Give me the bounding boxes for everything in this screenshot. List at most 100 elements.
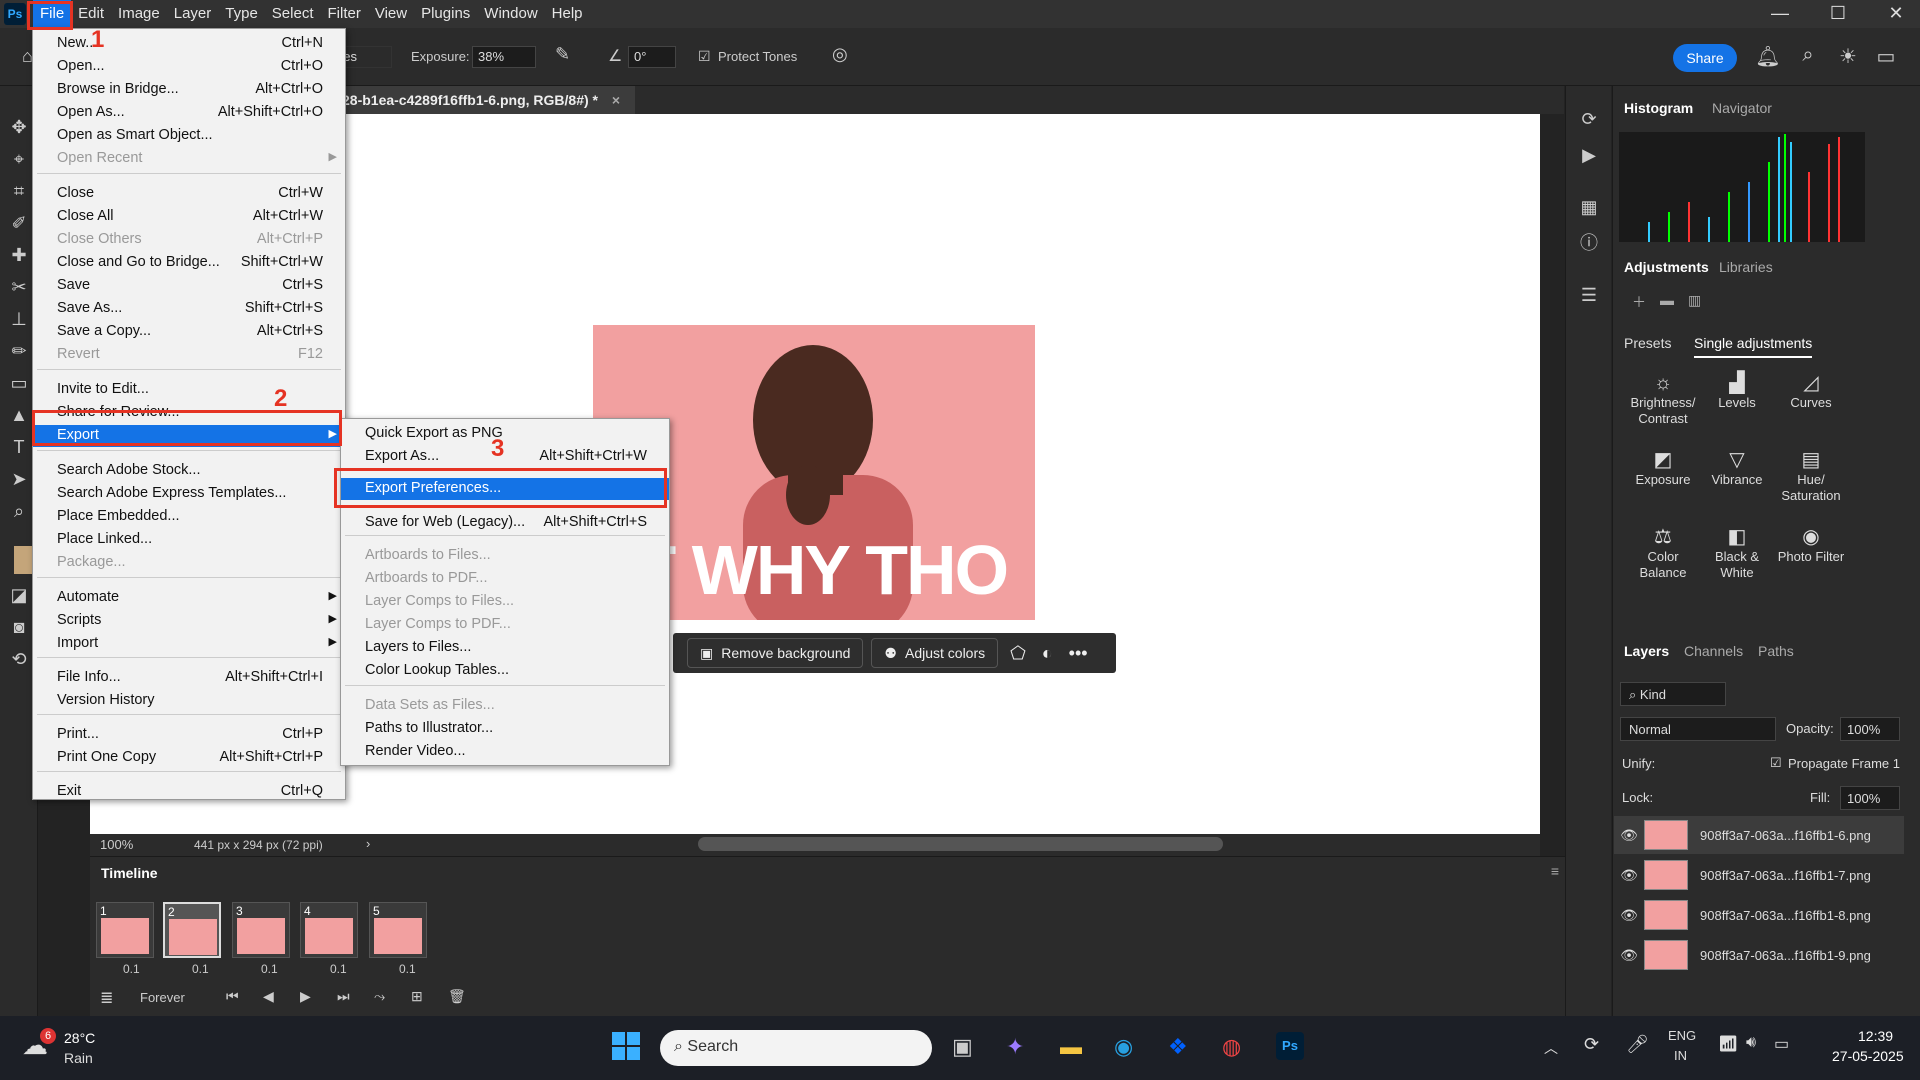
export-menu-item[interactable]: Render Video... (341, 741, 669, 763)
windows-start-icon[interactable] (612, 1032, 640, 1060)
file-menu-item[interactable]: Version History (33, 690, 345, 712)
file-menu-item[interactable]: Import ▶ (33, 633, 345, 655)
layer-row[interactable]: 👁︎ 908ff3a7-063a...f16ffb1-6.png (1614, 816, 1904, 854)
visibility-eye-icon[interactable]: 👁︎ (1614, 947, 1644, 964)
play-icon[interactable]: ▶ (300, 988, 311, 1005)
horizontal-scrollbar[interactable] (698, 837, 1223, 851)
tab-histogram[interactable]: Histogram (1624, 100, 1693, 116)
gradient-tool-icon[interactable]: ▭ (6, 370, 32, 396)
file-menu-item[interactable]: Browse in Bridge... Alt+Ctrl+O (33, 79, 345, 101)
mask-icon[interactable]: ⬠ (1010, 643, 1026, 664)
tab-navigator[interactable]: Navigator (1712, 100, 1772, 116)
tab-paths[interactable]: Paths (1758, 643, 1794, 659)
tab-single-adjustments[interactable]: Single adjustments (1694, 335, 1813, 358)
layer-row[interactable]: 👁︎ 908ff3a7-063a...f16ffb1-8.png (1614, 896, 1904, 934)
file-menu-item[interactable]: File Info... Alt+Shift+Ctrl+I (33, 667, 345, 689)
lightbulb-icon[interactable]: ☀ (1834, 44, 1862, 69)
protect-tones-checkbox[interactable]: ☑ (698, 48, 711, 65)
file-menu-item[interactable]: Save As... Shift+Ctrl+S (33, 298, 345, 320)
glyphs-icon[interactable]: ☰ (1576, 282, 1602, 308)
file-menu-item[interactable]: Search Adobe Express Templates... (33, 483, 345, 505)
menu-help[interactable]: Help (545, 0, 590, 28)
minimize-icon[interactable]: — (1760, 0, 1800, 26)
menu-image[interactable]: Image (111, 0, 167, 28)
menu-edit[interactable]: Edit (71, 0, 111, 28)
tab-presets[interactable]: Presets (1624, 335, 1671, 351)
timeline-frame[interactable]: 2 (163, 902, 221, 958)
duplicate-frame-icon[interactable]: ⊞ (411, 988, 423, 1005)
close-tab-icon[interactable]: × (612, 92, 620, 108)
opacity-input[interactable]: 100% (1840, 717, 1900, 741)
adj-brightness-contrast[interactable]: ☼ Brightness/ Contrast (1625, 373, 1701, 427)
properties-icon[interactable]: ▦ (1576, 194, 1602, 220)
angle-input[interactable]: 0° (628, 46, 676, 68)
file-menu-item[interactable]: Search Adobe Stock... (33, 460, 345, 482)
visibility-eye-icon[interactable]: 👁︎ (1614, 867, 1644, 884)
file-menu-item[interactable]: Print One Copy Alt+Shift+Ctrl+P (33, 747, 345, 769)
exposure-input[interactable]: 38% (472, 46, 536, 68)
file-menu-item[interactable]: Close All Alt+Ctrl+W (33, 206, 345, 228)
language-eng[interactable]: ENG (1668, 1028, 1696, 1043)
file-menu-item[interactable]: Close Ctrl+W (33, 183, 345, 205)
airbrush-icon[interactable]: ✎ (555, 44, 570, 65)
frame-delay[interactable]: 0.1 (330, 962, 347, 976)
file-menu-item[interactable]: Close and Go to Bridge... Shift+Ctrl+W (33, 252, 345, 274)
frame-delay[interactable]: 0.1 (399, 962, 416, 976)
menu-window[interactable]: Window (477, 0, 544, 28)
layer-kind-filter[interactable]: ⌕ Kind (1620, 682, 1726, 706)
brush-tool-icon[interactable]: ✏ (6, 338, 32, 364)
adj-photo-filter[interactable]: ◉ Photo Filter (1773, 527, 1849, 565)
fill-input[interactable]: 100% (1840, 786, 1900, 810)
adj-black-white[interactable]: ◧ Black & White (1699, 527, 1775, 581)
dropbox-icon[interactable]: ❖ (1168, 1034, 1188, 1060)
chevron-up-icon[interactable]: ︿ (1544, 1038, 1558, 1058)
file-menu-item[interactable]: Place Embedded... (33, 506, 345, 528)
adjust-icon[interactable]: ◐ (1042, 643, 1053, 664)
convert-timeline-icon[interactable]: ≣ (100, 988, 113, 1008)
workspace-icon[interactable]: ▭ (1872, 44, 1900, 69)
chevron-right-icon[interactable]: › (366, 836, 370, 851)
screen-mode-icon[interactable]: ⟲ (6, 646, 32, 672)
maximize-icon[interactable]: ☐ (1818, 0, 1858, 26)
trash-icon[interactable]: 🗑︎ (448, 988, 466, 1005)
quick-mask-icon[interactable]: ◙ (6, 614, 32, 640)
file-menu-item[interactable]: Save Ctrl+S (33, 275, 345, 297)
tab-libraries[interactable]: Libraries (1719, 259, 1773, 275)
timeline-frame[interactable]: 1 (96, 902, 154, 958)
eyedropper-icon[interactable]: ✐ (6, 210, 32, 236)
edge-icon[interactable]: ◉ (1114, 1034, 1133, 1060)
file-menu-item[interactable]: Scripts ▶ (33, 610, 345, 632)
file-menu-item[interactable]: Open as Smart Object... (33, 125, 345, 147)
export-menu-item[interactable]: Export As... Alt+Shift+Ctrl+W (341, 446, 669, 468)
adj-color-balance[interactable]: ⚖ Color Balance (1625, 527, 1701, 581)
export-menu-item[interactable]: Color Lookup Tables... (341, 660, 669, 682)
file-menu-item[interactable]: Invite to Edit... (33, 379, 345, 401)
adj-levels[interactable]: ▟ Levels (1699, 373, 1775, 411)
move-tool-icon[interactable]: ✥ (6, 114, 32, 140)
layer-row[interactable]: 👁︎ 908ff3a7-063a...f16ffb1-7.png (1614, 856, 1904, 894)
path-select-icon[interactable]: ➤ (6, 466, 32, 492)
adj-curves[interactable]: ◿ Curves (1773, 373, 1849, 411)
menu-select[interactable]: Select (265, 0, 321, 28)
info-icon[interactable]: ⓘ (1576, 230, 1602, 256)
frame-delay[interactable]: 0.1 (261, 962, 278, 976)
bell-icon[interactable]: 🔔︎ (1754, 44, 1782, 69)
battery-icon[interactable]: ▭ (1774, 1034, 1789, 1054)
more-icon[interactable]: ••• (1069, 643, 1088, 664)
visibility-eye-icon[interactable]: 👁︎ (1614, 907, 1644, 924)
search-icon[interactable]: ⌕ (1794, 44, 1822, 67)
panel-menu-icon[interactable]: ≡ (1551, 863, 1559, 879)
first-frame-icon[interactable]: ⏮ (226, 988, 239, 1005)
next-frame-icon[interactable]: ⏭ (337, 988, 350, 1005)
sync-icon[interactable]: ⟳ (1584, 1034, 1599, 1055)
blend-mode-select[interactable]: Normal (1620, 717, 1776, 741)
taskbar-search[interactable]: ⌕ Search (660, 1030, 932, 1066)
file-menu-item[interactable]: Print... Ctrl+P (33, 724, 345, 746)
clock-time[interactable]: 12:39 (1858, 1028, 1893, 1044)
export-menu-item[interactable]: Save for Web (Legacy)... Alt+Shift+Ctrl+S (341, 512, 669, 534)
task-view-icon[interactable]: ▣ (952, 1034, 973, 1060)
timeline-frame[interactable]: 3 (232, 902, 290, 958)
file-menu-item[interactable]: Place Linked... (33, 529, 345, 551)
menu-plugins[interactable]: Plugins (414, 0, 477, 28)
loop-select[interactable]: Forever (140, 990, 185, 1005)
